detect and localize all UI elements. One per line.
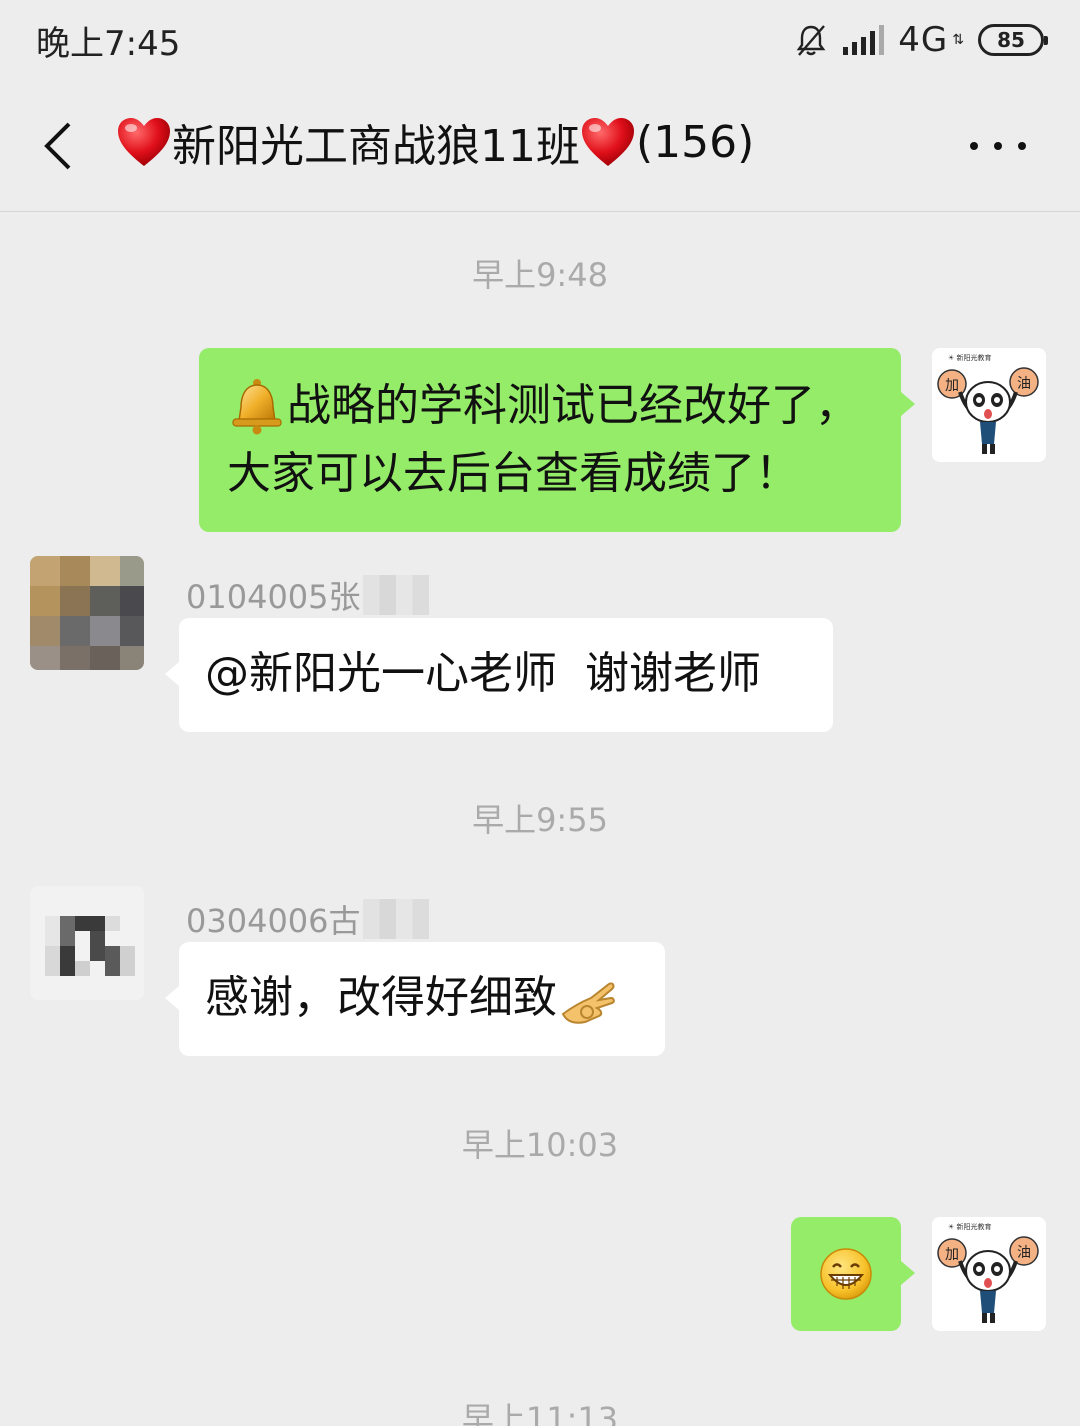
my-avatar[interactable]: ☀ 新阳光教育 加 油 bbox=[932, 348, 1046, 462]
more-dot-icon bbox=[994, 142, 1002, 150]
chat-title-text: 新阳光工商战狼11班 bbox=[172, 121, 580, 172]
incoming-message-bubble[interactable]: 感谢，改得好细致 bbox=[165, 942, 665, 1056]
bell-icon bbox=[232, 379, 282, 435]
outgoing-message-bubble[interactable]: 战略的学科测试已经改好了， 大家可以去后台查看成绩了！ bbox=[199, 348, 915, 532]
heart-icon bbox=[582, 118, 634, 166]
message-timestamp: 早上11:13 bbox=[461, 1400, 619, 1426]
svg-text:加: 加 bbox=[945, 1247, 959, 1263]
message-text: 大家可以去后台查看成绩了！ bbox=[227, 448, 799, 499]
my-avatar[interactable]: ☀ 新阳光教育 加 油 bbox=[932, 1217, 1046, 1331]
sender-name-text: 0104005张 bbox=[186, 578, 361, 616]
sender-avatar[interactable] bbox=[30, 886, 144, 1000]
svg-text:油: 油 bbox=[1017, 1245, 1031, 1261]
pixelated-avatar-icon bbox=[30, 886, 144, 1000]
grin-emoji-icon bbox=[820, 1248, 872, 1300]
battery-indicator: 85 bbox=[978, 24, 1048, 56]
ok-hand-icon bbox=[561, 982, 615, 1024]
data-arrows-icon: ⇅ bbox=[952, 32, 964, 48]
more-dot-icon bbox=[970, 142, 978, 150]
more-dot-icon bbox=[1018, 142, 1026, 150]
bell-off-icon bbox=[796, 25, 826, 56]
chevron-left-icon bbox=[44, 122, 71, 170]
sender-avatar[interactable] bbox=[30, 556, 144, 670]
chat-header: 新阳光工商战狼11班 (156) bbox=[0, 80, 1080, 212]
message-timestamp: 早上9:48 bbox=[472, 256, 608, 294]
message-timestamp: 早上10:03 bbox=[461, 1126, 619, 1164]
svg-text:加: 加 bbox=[945, 378, 959, 394]
signal-icon bbox=[843, 25, 885, 55]
sender-name: 0304006古 bbox=[186, 896, 429, 942]
status-time: 晚上7:45 bbox=[36, 23, 181, 64]
redacted-name bbox=[362, 899, 429, 939]
message-text: 战略的学科测试已经改好了， bbox=[287, 380, 859, 431]
more-options-button[interactable] bbox=[970, 138, 1026, 154]
status-bar: 晚上7:45 4G ⇅ 85 bbox=[0, 0, 1080, 80]
redacted-name bbox=[362, 575, 429, 615]
message-text: @新阳光一心老师 谢谢老师 bbox=[205, 648, 761, 699]
panda-sticker-icon: ☀ 新阳光教育 加 油 bbox=[932, 1217, 1046, 1331]
pixelated-avatar-icon bbox=[30, 556, 144, 670]
message-line: 感谢，改得好细致 bbox=[205, 964, 641, 1032]
svg-text:☀ 新阳光教育: ☀ 新阳光教育 bbox=[948, 1222, 992, 1231]
battery-level: 85 bbox=[997, 28, 1025, 52]
message-timestamp: 早上9:55 bbox=[472, 801, 608, 839]
incoming-message-bubble[interactable]: @新阳光一心老师 谢谢老师 bbox=[165, 618, 833, 732]
panda-sticker-icon: ☀ 新阳光教育 加 油 bbox=[932, 348, 1046, 462]
svg-text:☀ 新阳光教育: ☀ 新阳光教育 bbox=[948, 353, 992, 362]
status-indicators: 4G ⇅ 85 bbox=[793, 20, 1048, 60]
message-text: 感谢，改得好细致 bbox=[205, 972, 557, 1023]
back-button[interactable] bbox=[36, 120, 80, 172]
network-type: 4G bbox=[898, 20, 949, 60]
member-count: (156) bbox=[636, 116, 755, 168]
svg-text:油: 油 bbox=[1017, 376, 1031, 392]
sender-name: 0104005张 bbox=[186, 572, 429, 618]
heart-icon bbox=[118, 118, 170, 166]
message-line: 战略的学科测试已经改好了， bbox=[227, 372, 881, 440]
outgoing-message-bubble[interactable] bbox=[791, 1217, 915, 1331]
chat-title: 新阳光工商战狼11班 (156) bbox=[116, 110, 754, 174]
sender-name-text: 0304006古 bbox=[186, 902, 361, 940]
